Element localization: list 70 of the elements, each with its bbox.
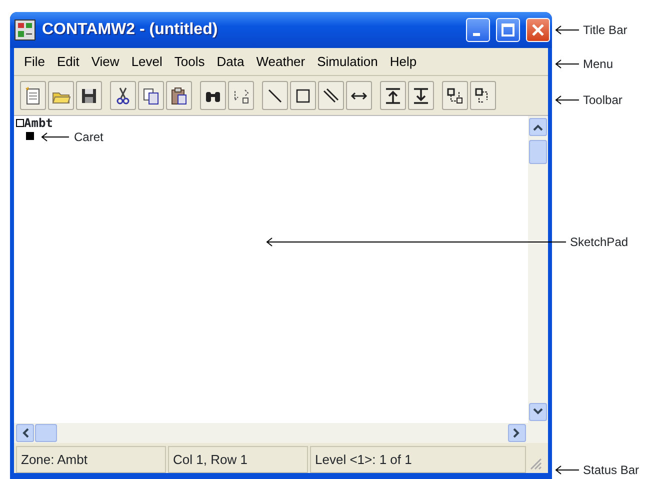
- toolbar-button[interactable]: [290, 81, 316, 110]
- toolbar-button[interactable]: [318, 81, 344, 110]
- toolbar-button[interactable]: [346, 81, 372, 110]
- window-title: CONTAMW2 - (untitled): [42, 20, 219, 40]
- scroll-thumb[interactable]: [35, 424, 57, 442]
- clipboard-icon: [169, 86, 189, 106]
- scroll-right-button[interactable]: [508, 424, 526, 442]
- vertical-scrollbar[interactable]: [528, 116, 548, 423]
- arrow-icon: [555, 95, 579, 105]
- scroll-up-button[interactable]: [529, 118, 547, 136]
- toolbar-button[interactable]: [380, 81, 406, 110]
- copy-icon: [141, 86, 161, 106]
- close-button[interactable]: [526, 18, 550, 42]
- arrow-to-bottom-icon: [411, 86, 431, 106]
- menu-item[interactable]: Weather: [250, 52, 312, 72]
- arrow-icon: [555, 25, 579, 35]
- zone-label: Ambt: [24, 117, 53, 129]
- toolbar-button[interactable]: [228, 81, 254, 110]
- menu-item[interactable]: File: [18, 52, 51, 72]
- zone-marker-icon: [16, 119, 24, 127]
- menu-item[interactable]: Simulation: [311, 52, 384, 72]
- double-line-icon: [321, 86, 341, 106]
- toolbar-button[interactable]: [110, 81, 136, 110]
- minimize-button[interactable]: [466, 18, 490, 42]
- chevron-down-icon: [533, 408, 543, 416]
- annotation-label: Status Bar: [583, 462, 640, 479]
- toolbar-button[interactable]: [200, 81, 226, 110]
- sketchpad[interactable]: Ambt Caret: [14, 116, 548, 423]
- arrow-to-top-icon: [383, 86, 403, 106]
- arrow-icon: [40, 132, 70, 142]
- linked-boxes-icon: [445, 86, 465, 106]
- arrow-icon: [266, 237, 566, 247]
- maximize-button[interactable]: [496, 18, 520, 42]
- scroll-thumb[interactable]: [529, 140, 547, 164]
- menu-item[interactable]: View: [85, 52, 126, 72]
- toolbar-button[interactable]: [442, 81, 468, 110]
- annotation-label: Caret: [74, 129, 104, 146]
- status-field: Level <1>: 1 of 1: [310, 446, 526, 473]
- toolbar-button[interactable]: [20, 81, 46, 110]
- minimize-icon: [473, 33, 480, 36]
- menu-item[interactable]: Data: [210, 52, 250, 72]
- close-icon: [531, 23, 545, 37]
- scroll-down-button[interactable]: [529, 403, 547, 421]
- scroll-left-button[interactable]: [16, 424, 34, 442]
- arrow-icon: [555, 59, 579, 69]
- toolbar-button[interactable]: [138, 81, 164, 110]
- menu-item[interactable]: Level: [125, 52, 168, 72]
- caret: [26, 132, 34, 140]
- status-field: Col 1, Row 1: [168, 446, 308, 473]
- status-field: Zone: Ambt: [16, 446, 166, 473]
- arrow-icon: [555, 465, 579, 475]
- maximize-icon: [501, 23, 515, 37]
- resize-grip-icon: [528, 456, 542, 470]
- menu-item[interactable]: Edit: [50, 52, 86, 72]
- menu-item[interactable]: Tools: [168, 52, 211, 72]
- chevron-right-icon: [513, 428, 521, 438]
- toolbar-button[interactable]: [166, 81, 192, 110]
- chevron-up-icon: [533, 123, 543, 131]
- annotation-label: Title Bar: [583, 22, 628, 39]
- toolbar-button[interactable]: [408, 81, 434, 110]
- menu-item[interactable]: Help: [384, 52, 423, 72]
- horizontal-scrollbar[interactable]: [14, 423, 548, 443]
- annotation-label: Toolbar: [583, 92, 622, 109]
- annotation-label: Menu: [583, 56, 614, 73]
- app-icon: [14, 19, 36, 41]
- toolbar-button[interactable]: [262, 81, 288, 110]
- chevron-left-icon: [21, 428, 29, 438]
- toolbar-button[interactable]: [470, 81, 496, 110]
- annotation-label: SketchPad: [570, 234, 628, 251]
- toolbar-button[interactable]: [76, 81, 102, 110]
